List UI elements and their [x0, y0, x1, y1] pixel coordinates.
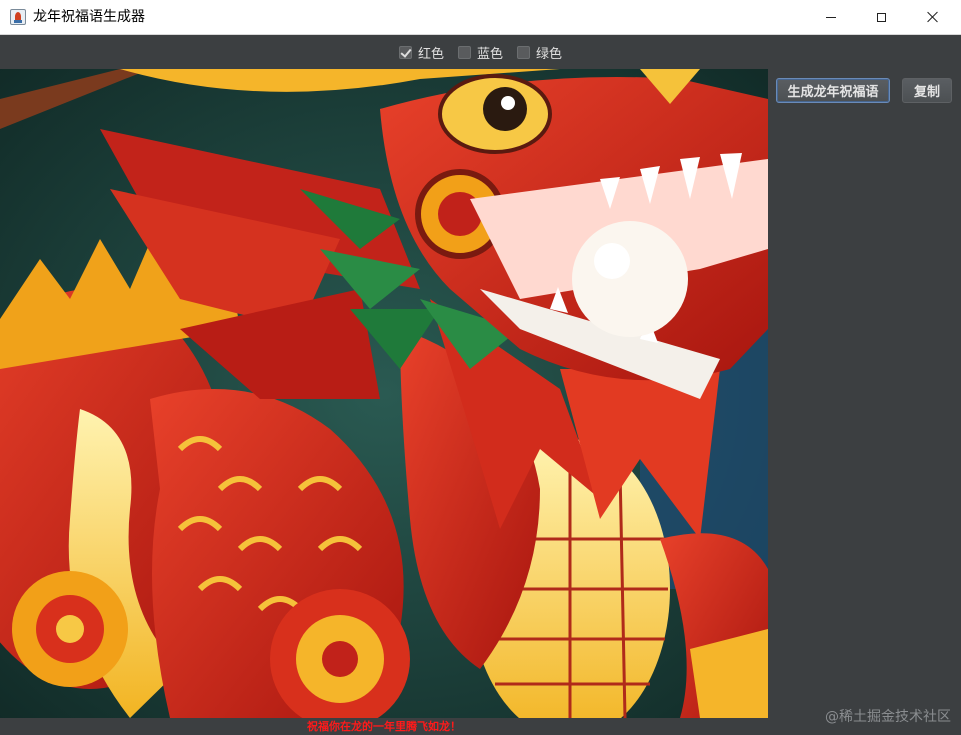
checkbox-red-label: 红色: [417, 46, 444, 62]
window-title: 龙年祝福语生成器: [33, 9, 145, 25]
checkbox-green-label: 绿色: [536, 46, 563, 62]
close-icon: [927, 11, 939, 23]
copy-button[interactable]: 复制: [902, 78, 952, 103]
generate-blessing-button[interactable]: 生成龙年祝福语: [776, 78, 890, 103]
checkbox-green[interactable]: 绿色: [517, 43, 562, 62]
color-options: 红色 蓝色 绿色: [0, 35, 961, 69]
java-app-icon: [10, 9, 26, 25]
minimize-icon: [826, 16, 836, 18]
close-button[interactable]: [910, 0, 956, 34]
blessing-output-text: 祝福你在龙的一年里腾飞如龙！: [307, 720, 461, 733]
checkbox-blue-label: 蓝色: [476, 46, 503, 62]
maximize-button[interactable]: [858, 0, 904, 34]
checkbox-green-box[interactable]: [517, 45, 530, 59]
checkbox-blue[interactable]: 蓝色: [457, 43, 503, 62]
title-bar: 龙年祝福语生成器: [0, 0, 961, 35]
checkbox-red[interactable]: 红色: [398, 43, 444, 62]
dragon-lantern-image: [0, 69, 768, 718]
checkbox-blue-box[interactable]: [457, 45, 471, 59]
checkbox-red-box[interactable]: [398, 45, 412, 59]
watermark: @稀土掘金技术社区: [825, 709, 951, 725]
minimize-button[interactable]: [808, 0, 854, 34]
maximize-icon: [876, 12, 886, 22]
